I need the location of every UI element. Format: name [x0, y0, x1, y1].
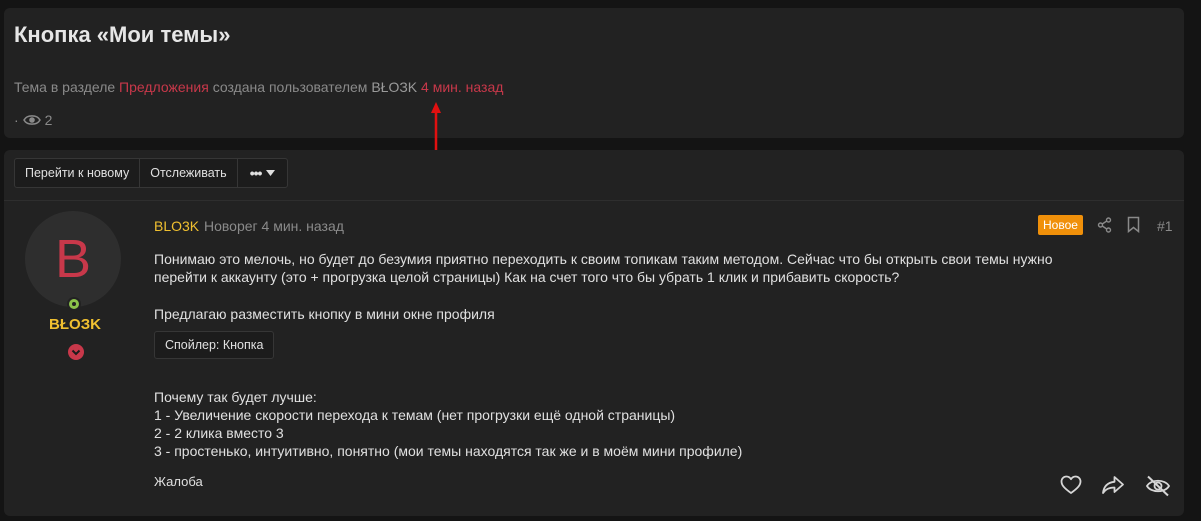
chevron-down-icon[interactable]	[68, 344, 84, 360]
spoiler-button[interactable]: Спойлер: Кнопка	[154, 331, 275, 359]
post-text-line: Предлагаю разместить кнопку в мини окне …	[154, 306, 495, 322]
more-dots: •••	[249, 165, 263, 181]
avatar-letter: B	[54, 229, 92, 289]
bookmark-icon[interactable]	[1127, 216, 1140, 233]
eye-icon	[22, 115, 41, 125]
share-icon[interactable]	[1097, 217, 1112, 233]
annotation-arrow-icon	[431, 102, 441, 154]
post-text-line: 1 - Увеличение скорости перехода к темам…	[154, 407, 676, 423]
author-link[interactable]: BŁOЗK	[371, 79, 417, 95]
heart-icon[interactable]	[1060, 475, 1082, 495]
views-value: 2	[44, 112, 53, 128]
views-count: · 2	[14, 112, 52, 128]
post-role-time: Новорег 4 мин. назад	[204, 218, 344, 234]
watch-button[interactable]: Отслеживать	[140, 159, 238, 187]
meta-middle: создана пользователем	[212, 79, 368, 95]
eye-slash-icon[interactable]	[1145, 475, 1171, 497]
divider	[4, 200, 1184, 201]
post-text-line: 3 - простенько, интуитивно, понятно (мои…	[154, 443, 743, 459]
caret-down-icon	[266, 170, 276, 176]
goto-new-button[interactable]: Перейти к новому	[15, 159, 141, 187]
post-text-line: Понимаю это мелочь, но будет до безумия …	[154, 251, 1053, 267]
avatar[interactable]: B	[25, 211, 121, 307]
more-menu-button[interactable]: •••	[238, 159, 288, 187]
new-badge: Новое	[1038, 215, 1083, 235]
post-username[interactable]: BLO3K	[154, 218, 199, 234]
post-number[interactable]: #1	[1157, 218, 1173, 234]
time-ago[interactable]: 4 мин. назад	[421, 79, 503, 95]
meta-prefix: Тема в разделе	[14, 79, 116, 95]
page-title: Кнопка «Мои темы»	[14, 22, 231, 47]
report-link[interactable]: Жалоба	[154, 474, 203, 489]
post-text-line: Почему так будет лучше:	[154, 389, 317, 405]
thread-meta: Тема в разделе Предложения создана польз…	[14, 79, 503, 95]
post-text-line: перейти к аккаунту (это + прогрузка цело…	[154, 269, 900, 285]
thread-toolbar: Перейти к новому Отслеживать •••	[14, 158, 289, 188]
views-separator: ·	[14, 112, 19, 128]
reply-arrow-icon[interactable]	[1101, 475, 1125, 495]
sidebar-username[interactable]: BŁOЗK	[25, 316, 125, 333]
forum-link[interactable]: Предложения	[119, 79, 209, 95]
post-text-line: 2 - 2 клика вместо 3	[154, 425, 284, 441]
online-status-icon	[67, 297, 81, 311]
